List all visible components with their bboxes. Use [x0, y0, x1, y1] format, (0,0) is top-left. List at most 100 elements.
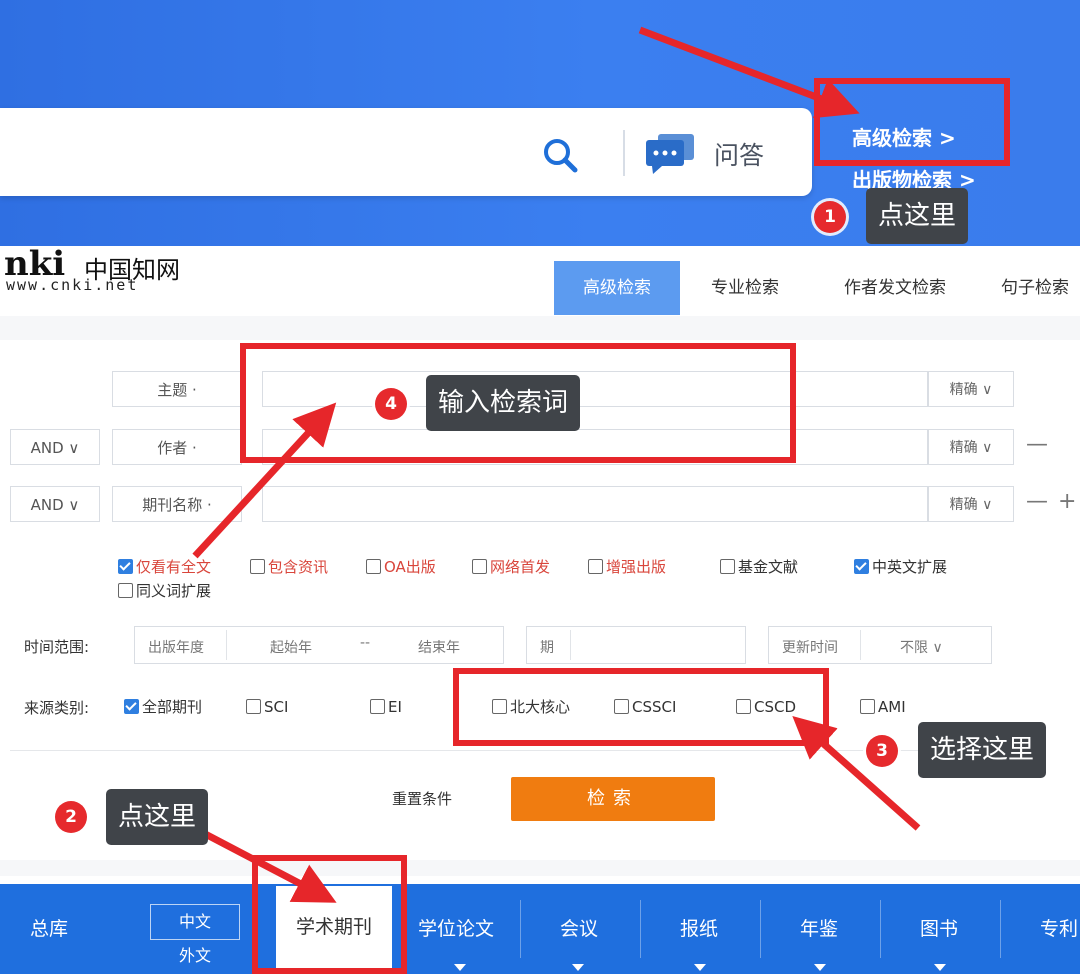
divider: [860, 630, 861, 660]
source-category-label: 来源类别:: [24, 699, 90, 717]
annotation-step-4: 4: [375, 388, 407, 420]
filter-label: OA出版: [384, 558, 436, 576]
qa-label[interactable]: 问答: [714, 136, 764, 172]
filter-include-news[interactable]: 包含资讯: [250, 556, 328, 578]
search-term-input-3[interactable]: [262, 486, 928, 522]
source-sci[interactable]: SCI: [246, 696, 288, 718]
match-select-2[interactable]: 精确 ∨: [928, 429, 1014, 465]
checkbox-checked[interactable]: [124, 699, 139, 714]
checkbox[interactable]: [588, 559, 603, 574]
checkbox-checked[interactable]: [118, 559, 133, 574]
annotation-step-3: 3: [866, 735, 898, 767]
checkbox[interactable]: [472, 559, 487, 574]
filter-online-first[interactable]: 网络首发: [472, 556, 550, 578]
checkbox[interactable]: [370, 699, 385, 714]
match-select-1[interactable]: 精确 ∨: [928, 371, 1014, 407]
search-divider: [623, 130, 625, 176]
reset-conditions-button[interactable]: 重置条件: [392, 788, 452, 809]
filter-fulltext-only[interactable]: 仅看有全文: [118, 556, 211, 578]
search-icon[interactable]: [540, 135, 580, 175]
checkbox[interactable]: [366, 559, 381, 574]
chevron-down-icon: [454, 964, 466, 971]
chevron-down-icon: [814, 964, 826, 971]
field-select-journal[interactable]: 期刊名称 ·: [112, 486, 242, 522]
category-books[interactable]: 图书: [920, 914, 958, 941]
tab-sentence-search[interactable]: 句子检索: [985, 261, 1080, 315]
divider: [226, 630, 227, 660]
source-label: AMI: [878, 698, 906, 716]
highlight-box-journals-tab: [252, 855, 407, 974]
chevron-down-icon: [572, 964, 584, 971]
category-theses[interactable]: 学位论文: [418, 914, 494, 941]
field-select-topic[interactable]: 主题 ·: [112, 371, 242, 407]
divider: [570, 630, 571, 660]
filter-label: 包含资讯: [268, 558, 329, 576]
checkbox-checked[interactable]: [854, 559, 869, 574]
annotation-label-1: 点这里: [866, 188, 969, 244]
lang-chinese-toggle[interactable]: 中文: [150, 904, 240, 940]
tab-professional-search[interactable]: 专业检索: [690, 261, 800, 315]
match-select-3[interactable]: 精确 ∨: [928, 486, 1014, 522]
divider: [640, 900, 641, 958]
start-year-input[interactable]: 起始年: [270, 637, 312, 657]
cnki-logo-url: www.cnki.net: [6, 276, 139, 294]
annotation-label-2: 点这里: [106, 789, 209, 845]
category-conferences[interactable]: 会议: [560, 914, 598, 941]
issue-label: 期: [540, 640, 554, 656]
filter-bilingual-expand[interactable]: 中英文扩展: [854, 556, 947, 578]
category-total[interactable]: 总库: [30, 914, 68, 941]
form-divider: [10, 750, 1010, 751]
filter-enhanced[interactable]: 增强出版: [588, 556, 666, 578]
source-label: 全部期刊: [142, 698, 203, 716]
time-range-label: 时间范围:: [24, 638, 90, 656]
add-row-button[interactable]: +: [1058, 489, 1076, 514]
tab-advanced-search[interactable]: 高级检索: [554, 261, 680, 315]
checkbox[interactable]: [246, 699, 261, 714]
update-time-label: 更新时间: [782, 640, 838, 656]
source-ei[interactable]: EI: [370, 696, 402, 718]
filter-label: 仅看有全文: [136, 558, 212, 576]
chat-bubble-icon[interactable]: [644, 132, 696, 176]
category-newspapers[interactable]: 报纸: [680, 914, 718, 941]
search-button[interactable]: 检索: [511, 777, 715, 821]
category-yearbooks[interactable]: 年鉴: [800, 914, 838, 941]
annotation-label-4: 输入检索词: [426, 375, 581, 431]
pub-year-label: 出版年度: [148, 640, 204, 656]
chevron-down-icon: [694, 964, 706, 971]
divider: [520, 900, 521, 958]
checkbox[interactable]: [250, 559, 265, 574]
filter-label: 同义词扩展: [136, 582, 212, 600]
source-all-journals[interactable]: 全部期刊: [124, 696, 202, 718]
tab-author-search[interactable]: 作者发文检索: [820, 261, 970, 315]
source-label: SCI: [264, 698, 289, 716]
update-time-select[interactable]: 不限 ∨: [900, 637, 943, 657]
issue-field[interactable]: [526, 626, 746, 664]
logic-select-3[interactable]: AND ∨: [10, 486, 100, 522]
category-patents[interactable]: 专利: [1040, 914, 1078, 941]
checkbox[interactable]: [118, 583, 133, 598]
divider: [880, 900, 881, 958]
filter-label: 增强出版: [606, 558, 667, 576]
annotation-step-1: 1: [814, 201, 846, 233]
logic-select-2[interactable]: AND ∨: [10, 429, 100, 465]
checkbox[interactable]: [860, 699, 875, 714]
chevron-down-icon: [934, 964, 946, 971]
filter-synonym-expand[interactable]: 同义词扩展: [118, 580, 211, 602]
remove-row-button[interactable]: —: [1026, 432, 1048, 457]
filter-label: 基金文献: [738, 558, 799, 576]
source-ami[interactable]: AMI: [860, 696, 906, 718]
checkbox[interactable]: [720, 559, 735, 574]
filter-fund[interactable]: 基金文献: [720, 556, 798, 578]
filter-label: 网络首发: [490, 558, 551, 576]
annotation-label-3: 选择这里: [918, 722, 1047, 778]
filter-oa[interactable]: OA出版: [366, 556, 436, 578]
remove-row-button[interactable]: —: [1026, 489, 1048, 514]
field-select-author[interactable]: 作者 ·: [112, 429, 242, 465]
range-dash: --: [360, 635, 371, 651]
highlight-box-source-category: [453, 668, 829, 746]
lang-foreign-toggle[interactable]: 外文: [150, 942, 240, 966]
source-label: EI: [388, 698, 402, 716]
filter-label: 中英文扩展: [872, 558, 948, 576]
end-year-input[interactable]: 结束年: [418, 637, 460, 657]
annotation-step-2: 2: [55, 801, 87, 833]
